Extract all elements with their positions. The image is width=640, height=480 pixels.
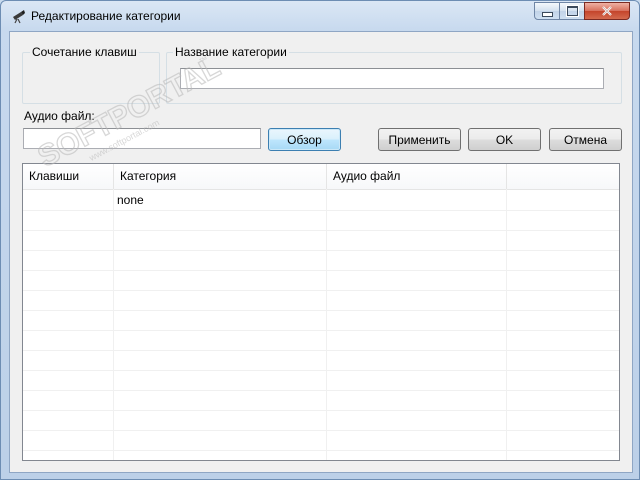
empty-table-row <box>23 270 619 291</box>
browse-button[interactable]: Обзор <box>268 128 341 151</box>
empty-table-row <box>23 330 619 351</box>
empty-table-row <box>23 290 619 311</box>
empty-table-row <box>23 210 619 231</box>
empty-table-row <box>23 450 619 460</box>
maximize-button[interactable] <box>559 2 585 20</box>
window-title: Редактирование категории <box>31 9 181 23</box>
minimize-button[interactable] <box>534 2 560 20</box>
category-name-input[interactable] <box>180 68 604 89</box>
close-button[interactable] <box>584 2 630 20</box>
categories-listview[interactable]: Клавиши Категория Аудио файл none <box>22 163 620 461</box>
close-icon <box>602 6 612 16</box>
empty-table-row <box>23 250 619 271</box>
empty-table-row <box>23 350 619 371</box>
empty-table-row <box>23 390 619 411</box>
hotkey-label: Сочетание клавиш <box>30 45 139 59</box>
empty-table-row <box>23 410 619 431</box>
cell-audio-file <box>327 190 507 210</box>
dialog-client-area: Сочетание клавиш Название категории Ауди… <box>9 31 633 473</box>
table-row[interactable]: none <box>23 190 619 211</box>
category-name-label: Название категории <box>173 45 289 59</box>
cell-keys <box>23 190 114 210</box>
audio-file-input[interactable] <box>23 128 261 149</box>
dialog-window: Редактирование категории Сочетание клави… <box>0 0 640 480</box>
empty-table-row <box>23 430 619 451</box>
cell-category: none <box>117 193 144 207</box>
hotkey-groupbox <box>22 52 160 104</box>
column-header-category[interactable]: Категория <box>114 164 327 189</box>
apply-button[interactable]: Применить <box>378 128 461 151</box>
empty-table-row <box>23 230 619 251</box>
maximize-icon <box>566 6 578 16</box>
title-bar[interactable]: Редактирование категории <box>1 1 639 31</box>
listview-header: Клавиши Категория Аудио файл <box>23 164 619 190</box>
empty-table-row <box>23 370 619 391</box>
ok-button[interactable]: OK <box>468 128 541 151</box>
column-header-audio-file[interactable]: Аудио файл <box>327 164 507 189</box>
empty-table-row <box>23 310 619 331</box>
column-header-empty[interactable] <box>507 164 619 189</box>
telescope-icon <box>10 8 26 24</box>
minimize-icon <box>541 11 553 17</box>
cancel-button[interactable]: Отмена <box>549 128 622 151</box>
column-header-keys[interactable]: Клавиши <box>23 164 114 189</box>
audio-file-label: Аудио файл: <box>24 109 95 123</box>
